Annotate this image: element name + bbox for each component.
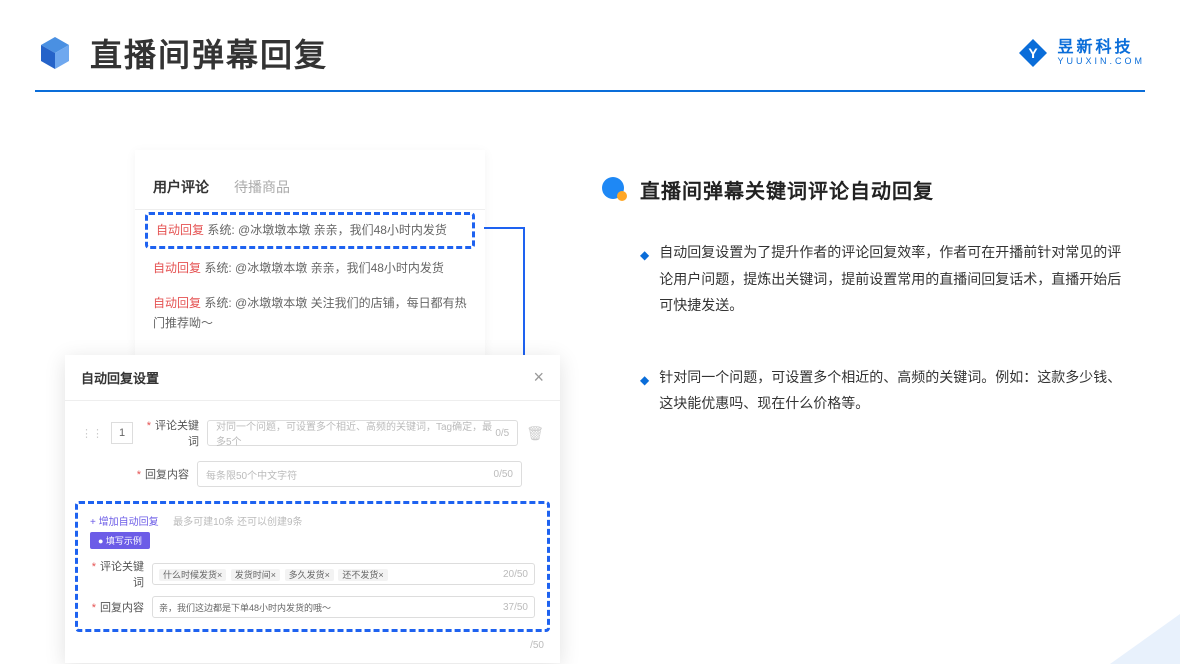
ex-keyword-label: 评论关键词: [100, 561, 144, 589]
comment-text: @冰墩墩本墩 亲亲，我们48小时内发货: [235, 261, 444, 275]
header-left: 直播间弹幕回复: [35, 30, 328, 76]
bullet-text: 自动回复设置为了提升作者的评论回复效率，作者可在开播前针对常见的评论用户问题，提…: [659, 239, 1135, 319]
bottom-count: /50: [65, 636, 560, 651]
comment-item: 自动回复 系统: @冰墩墩本墩 关注我们的店铺，每日都有热门推荐呦～: [135, 286, 485, 340]
example-content-input[interactable]: 亲，我们这边都是下单48小时内发货的哦～ 37/50: [152, 596, 535, 618]
bullet-item: ◆ 自动回复设置为了提升作者的评论回复效率，作者可在开播前针对常见的评论用户问题…: [640, 239, 1135, 319]
add-auto-reply-link[interactable]: + 增加自动回复: [84, 517, 165, 528]
content-placeholder: 每条限50个中文字符: [206, 467, 297, 482]
system-tag: 系统:: [204, 296, 231, 310]
brand-name: 昱新科技: [1057, 39, 1145, 57]
brand-diamond-icon: Y: [1017, 37, 1049, 69]
tab-bar: 用户评论 待播商品: [135, 162, 485, 210]
ex-content-label: 回复内容: [100, 602, 144, 614]
brand-url: YUUXIN.COM: [1057, 57, 1145, 67]
modal-title: 自动回复设置: [81, 368, 159, 387]
cube-icon: [35, 33, 75, 73]
svg-text:Y: Y: [1029, 45, 1039, 61]
tag-pill[interactable]: 还不发货×: [338, 569, 387, 581]
comment-text: @冰墩墩本墩 亲亲，我们48小时内发货: [238, 223, 447, 237]
keyword-placeholder: 对同一个问题，可设置多个相近、高频的关键词，Tag确定，最多5个: [216, 418, 495, 448]
keyword-count: 0/5: [495, 428, 509, 439]
corner-accent: [1110, 614, 1180, 664]
brand-logo: Y 昱新科技 YUUXIN.COM: [1017, 37, 1145, 69]
content-label: 回复内容: [145, 469, 189, 481]
diamond-icon: ◆: [640, 244, 649, 319]
example-keyword-input[interactable]: 什么时候发货× 发货时间× 多久发货× 还不发货× 20/50: [152, 563, 535, 585]
ex-content-count: 37/50: [503, 602, 528, 613]
ex-content-text: 亲，我们这边都是下单48小时内发货的哦～: [159, 601, 331, 614]
ex-keyword-count: 20/50: [503, 569, 528, 580]
example-section: + 增加自动回复 最多可建10条 还可以创建9条 ● 填写示例 *评论关键词 什…: [75, 501, 550, 632]
tab-user-comments[interactable]: 用户评论: [153, 177, 209, 197]
content-input[interactable]: 每条限50个中文字符 0/50: [197, 461, 522, 487]
highlighted-comment: 自动回复 系统: @冰墩墩本墩 亲亲，我们48小时内发货: [145, 212, 475, 249]
right-content: 直播间弹幕关键词评论自动回复 ◆ 自动回复设置为了提升作者的评论回复效率，作者可…: [600, 175, 1135, 462]
example-badge: ● 填写示例: [90, 532, 150, 549]
auto-reply-tag: 自动回复: [153, 296, 201, 310]
auto-reply-tag: 自动回复: [156, 223, 204, 237]
auto-reply-settings-modal: 自动回复设置 × ⋮⋮ 1 *评论关键词 对同一个问题，可设置多个相近、高频的关…: [65, 355, 560, 663]
keyword-label: 评论关键词: [155, 420, 199, 448]
tab-pending-products[interactable]: 待播商品: [234, 177, 290, 197]
diamond-icon: ◆: [640, 369, 649, 417]
comment-panel: 用户评论 待播商品 自动回复 系统: @冰墩墩本墩 亲亲，我们48小时内发货 自…: [135, 150, 485, 359]
system-tag: 系统:: [204, 261, 231, 275]
index-badge: 1: [111, 422, 133, 444]
system-tag: 系统:: [207, 223, 234, 237]
content-count: 0/50: [494, 469, 513, 480]
bullet-item: ◆ 针对同一个问题，可设置多个相近的、高频的关键词。例如：这款多少钱、这块能优惠…: [640, 364, 1135, 417]
bubble-icon: [600, 176, 628, 204]
close-icon[interactable]: ×: [533, 367, 544, 388]
bullet-text: 针对同一个问题，可设置多个相近的、高频的关键词。例如：这款多少钱、这块能优惠吗、…: [659, 364, 1135, 417]
add-hint: 最多可建10条 还可以创建9条: [173, 517, 302, 528]
keyword-input[interactable]: 对同一个问题，可设置多个相近、高频的关键词，Tag确定，最多5个 0/5: [207, 420, 518, 446]
comment-item: 自动回复 系统: @冰墩墩本墩 亲亲，我们48小时内发货: [135, 251, 485, 286]
comment-text: @冰墩墩本墩 关注我们的店铺，每日都有热门推荐呦～: [153, 296, 467, 329]
header-divider: [35, 90, 1145, 92]
tag-pill[interactable]: 多久发货×: [285, 569, 334, 581]
page-title: 直播间弹幕回复: [90, 30, 328, 76]
auto-reply-tag: 自动回复: [153, 261, 201, 275]
trash-icon[interactable]: 🗑: [526, 425, 544, 442]
section-title: 直播间弹幕关键词评论自动回复: [640, 175, 934, 204]
page-header: 直播间弹幕回复 Y 昱新科技 YUUXIN.COM: [35, 30, 1145, 76]
tag-pill[interactable]: 什么时候发货×: [159, 569, 226, 581]
tag-pill[interactable]: 发货时间×: [231, 569, 280, 581]
